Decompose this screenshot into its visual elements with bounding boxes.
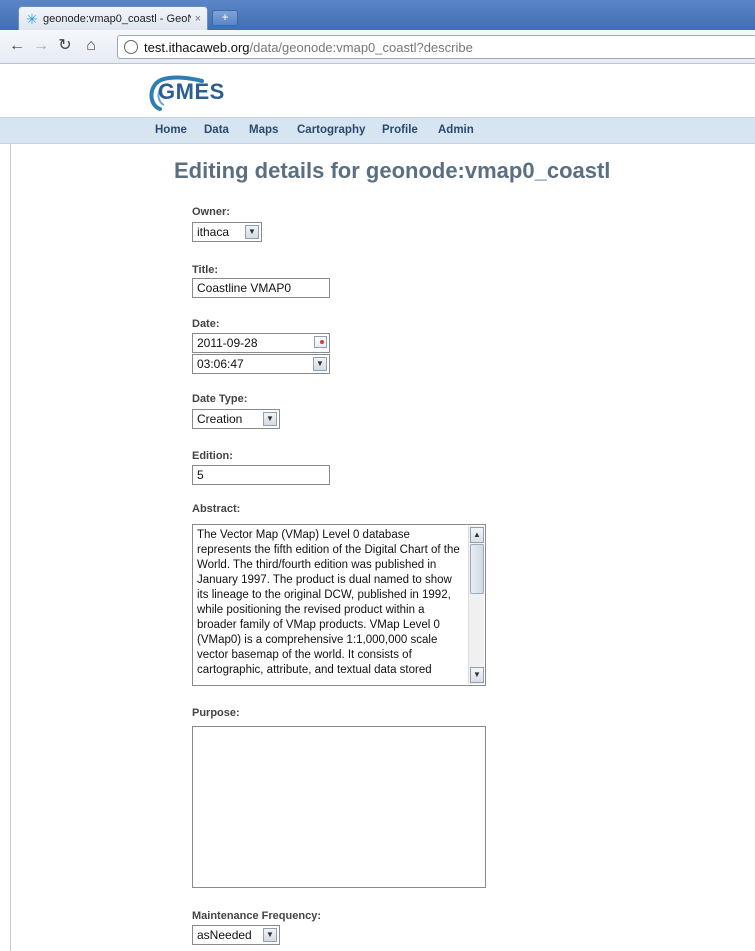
abstract-textarea[interactable]: The Vector Map (VMap) Level 0 database r… bbox=[192, 524, 486, 686]
date-input[interactable]: 2011-09-28 bbox=[192, 333, 330, 353]
chevron-down-icon[interactable]: ▼ bbox=[313, 357, 327, 371]
url-host: test.ithacaweb.org bbox=[144, 39, 250, 55]
time-value: 03:06:47 bbox=[197, 357, 244, 371]
date-type-select[interactable]: Creation ▼ bbox=[192, 409, 280, 429]
date-label: Date: bbox=[192, 318, 220, 330]
time-select[interactable]: 03:06:47 ▼ bbox=[192, 354, 330, 374]
tab-title: geonode:vmap0_coastl - GeoN bbox=[43, 12, 191, 25]
scroll-thumb[interactable] bbox=[470, 544, 484, 594]
purpose-textarea[interactable] bbox=[192, 726, 486, 888]
nav-admin[interactable]: Admin bbox=[438, 124, 474, 136]
nav-data[interactable]: Data bbox=[204, 124, 229, 136]
reload-icon[interactable]: ↻ bbox=[56, 37, 74, 55]
geonode-favicon-icon: ✳ bbox=[26, 10, 38, 27]
date-type-label: Date Type: bbox=[192, 393, 248, 405]
logo-text: GMES bbox=[158, 79, 225, 104]
edition-input[interactable]: 5 bbox=[192, 465, 330, 485]
browser-tab[interactable]: ✳ geonode:vmap0_coastl - GeoN × bbox=[18, 6, 208, 30]
new-tab-button[interactable]: + bbox=[212, 10, 238, 26]
chevron-down-icon[interactable]: ▼ bbox=[263, 928, 277, 942]
browser-tab-bar: ✳ geonode:vmap0_coastl - GeoN × + bbox=[0, 0, 755, 30]
title-input[interactable]: Coastline VMAP0 bbox=[192, 278, 330, 298]
maintenance-frequency-label: Maintenance Frequency: bbox=[192, 910, 321, 922]
url-path: /data/geonode:vmap0_coastl?describe bbox=[249, 39, 473, 55]
abstract-label: Abstract: bbox=[192, 503, 241, 515]
date-value: 2011-09-28 bbox=[197, 336, 258, 350]
date-type-value: Creation bbox=[197, 412, 243, 426]
abstract-text: The Vector Map (VMap) Level 0 database r… bbox=[197, 529, 460, 676]
nav-home[interactable]: Home bbox=[155, 124, 187, 136]
page-info-icon[interactable] bbox=[124, 40, 138, 54]
site-header: GMES bbox=[0, 65, 755, 117]
scroll-down-icon[interactable]: ▼ bbox=[470, 667, 484, 683]
site-nav: Home Data Maps Cartography Profile Admin bbox=[0, 117, 755, 144]
scroll-up-icon[interactable]: ▲ bbox=[470, 527, 484, 543]
back-icon[interactable]: ← bbox=[8, 37, 26, 55]
tab-close-icon[interactable]: × bbox=[195, 13, 201, 25]
browser-toolbar: ← → ↻ ⌂ test.ithacaweb.org/data/geonode:… bbox=[0, 30, 755, 64]
maintenance-frequency-select[interactable]: asNeeded ▼ bbox=[192, 925, 280, 945]
home-icon[interactable]: ⌂ bbox=[82, 37, 100, 55]
purpose-label: Purpose: bbox=[192, 707, 240, 719]
nav-profile[interactable]: Profile bbox=[382, 124, 418, 136]
nav-cartography[interactable]: Cartography bbox=[297, 124, 365, 136]
calendar-icon[interactable] bbox=[314, 336, 327, 348]
abstract-scrollbar[interactable]: ▲ ▼ bbox=[468, 526, 484, 684]
address-bar[interactable]: test.ithacaweb.org/data/geonode:vmap0_co… bbox=[117, 35, 755, 59]
owner-select[interactable]: ithaca ▼ bbox=[192, 222, 262, 242]
edition-label: Edition: bbox=[192, 450, 233, 462]
owner-label: Owner: bbox=[192, 206, 230, 218]
nav-maps[interactable]: Maps bbox=[249, 124, 278, 136]
page-title: Editing details for geonode:vmap0_coastl bbox=[174, 158, 611, 183]
page-border bbox=[10, 144, 11, 951]
title-label: Title: bbox=[192, 264, 219, 276]
owner-value: ithaca bbox=[197, 225, 230, 239]
chevron-down-icon[interactable]: ▼ bbox=[263, 412, 277, 426]
chevron-down-icon[interactable]: ▼ bbox=[245, 225, 259, 239]
forward-icon[interactable]: → bbox=[32, 37, 50, 55]
maintenance-frequency-value: asNeeded bbox=[197, 928, 252, 942]
